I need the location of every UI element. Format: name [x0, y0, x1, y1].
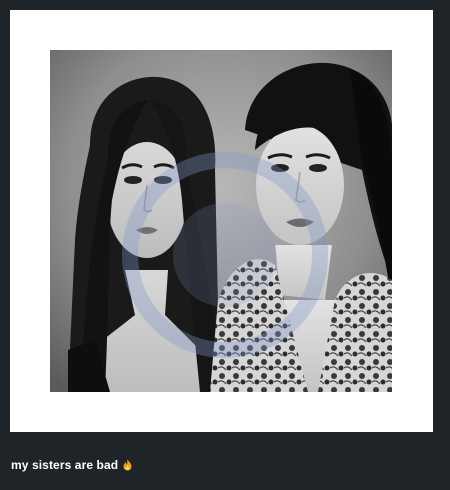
- caption-text: my sisters are bad: [11, 458, 119, 472]
- post-caption: my sisters are bad: [11, 458, 133, 472]
- post-card: [10, 10, 433, 432]
- post-photo[interactable]: [50, 50, 392, 392]
- photo-illustration: [50, 50, 392, 392]
- post-view: my sisters are bad: [0, 0, 450, 490]
- fire-emoji-icon: [122, 459, 133, 471]
- caption-bar: my sisters are bad: [0, 432, 450, 490]
